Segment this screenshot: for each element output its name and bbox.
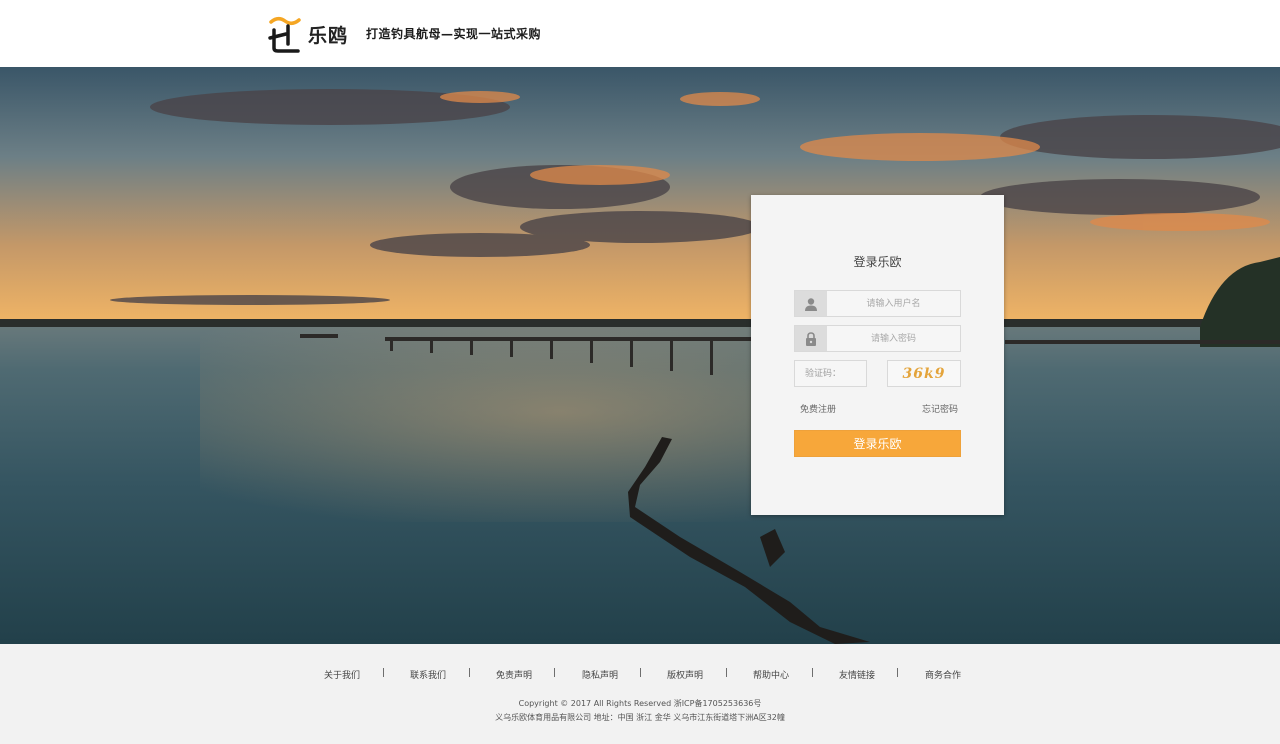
lock-icon [795,326,827,351]
user-icon [795,291,827,316]
footer-separator: | [811,668,815,678]
footer-link-disclaimer[interactable]: 免责声明 [496,668,532,681]
footer: 关于我们 | 联系我们 | 免责声明 | 隐私声明 | 版权声明 | 帮助中心 … [0,644,1280,744]
footer-nav: 关于我们 | 联系我们 | 免责声明 | 隐私声明 | 版权声明 | 帮助中心 … [0,668,1280,682]
header: 乐鸥 打造钓具航母—实现一站式采购 [0,0,1280,67]
logo-mark-icon [268,17,301,53]
footer-separator: | [553,668,557,678]
captcha-field [794,360,867,387]
lake-sunset-image [0,67,1280,644]
footer-separator: | [725,668,729,678]
hero-background [0,67,1280,644]
footer-link-privacy[interactable]: 隐私声明 [582,668,618,681]
username-field [794,290,961,317]
footer-link-help[interactable]: 帮助中心 [753,668,789,681]
login-button[interactable]: 登录乐欧 [794,430,961,457]
login-title: 登录乐欧 [853,255,902,269]
logo[interactable]: 乐鸥 [268,12,348,56]
login-panel: 登录乐欧 36k9 免费注册 忘记密码 登录乐欧 [751,195,1004,515]
copyright-text: Copyright © 2017 All Rights Reserved 浙IC… [518,699,762,708]
footer-separator: | [896,668,900,678]
slogan: 打造钓具航母—实现一站式采购 [366,27,542,41]
footer-separator: | [468,668,472,678]
footer-link-contact[interactable]: 联系我们 [410,668,446,681]
captcha-input[interactable] [795,361,866,387]
footer-separator: | [382,668,386,678]
captcha-image[interactable]: 36k9 [887,360,961,387]
footer-link-copyright[interactable]: 版权声明 [667,668,703,681]
footer-link-about[interactable]: 关于我们 [324,668,360,681]
username-input[interactable] [827,291,960,316]
register-link[interactable]: 免费注册 [800,402,836,415]
footer-link-business[interactable]: 商务合作 [925,668,961,681]
footer-link-friends[interactable]: 友情链接 [839,668,875,681]
password-input[interactable] [827,326,960,351]
address-text: 义乌乐欧体育用品有限公司 地址：中国 浙江 金华 义乌市江东街道塔下洲A区32幢 [495,713,785,722]
footer-separator: | [639,668,643,678]
password-field [794,325,961,352]
forgot-password-link[interactable]: 忘记密码 [922,402,958,415]
logo-text: 乐鸥 [308,24,349,47]
